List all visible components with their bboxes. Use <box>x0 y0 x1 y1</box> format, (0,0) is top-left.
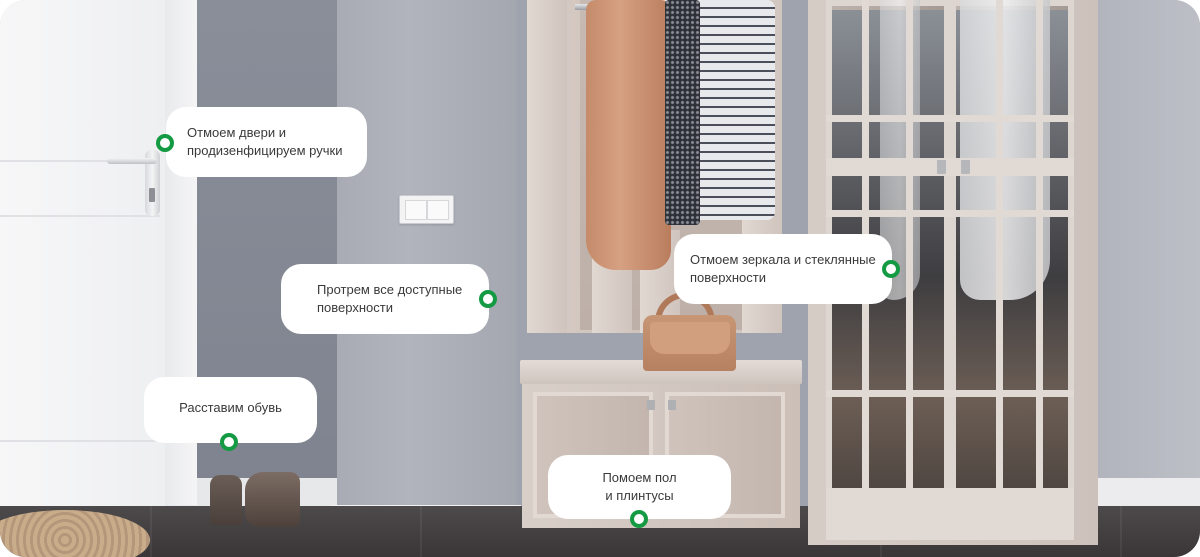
callout-surfaces-line1: Протрем все доступные <box>317 282 463 297</box>
cabinet-knob <box>668 400 676 410</box>
callout-floor-line1: Помоем пол <box>602 470 677 485</box>
callout-doors-text: Отмоем двери и продизенфицируем ручки <box>187 124 342 160</box>
callout-mirrors: Отмоем зеркала и стеклянные поверхности <box>674 234 892 304</box>
callout-surfaces: Протрем все доступные поверхности <box>281 264 489 334</box>
right-wall <box>1095 0 1200 480</box>
callout-doors-line2: продизенфицируем ручки <box>187 143 343 158</box>
callout-surfaces-marker[interactable] <box>479 290 497 308</box>
callout-mirrors-marker[interactable] <box>882 260 900 278</box>
door-handle <box>107 158 157 164</box>
floor-board-seam <box>420 506 422 557</box>
callout-floor-line2: и плинтусы <box>605 488 674 503</box>
door-panel-line <box>0 215 160 217</box>
callout-mirrors-text: Отмоем зеркала и стеклянные поверхности <box>690 251 876 287</box>
door-lock <box>149 188 155 202</box>
scarf <box>665 0 700 225</box>
shoe <box>245 472 300 527</box>
callout-floor-text: Помоем пол и плинтусы <box>602 469 676 505</box>
callout-shoes-marker[interactable] <box>220 433 238 451</box>
callout-shoes-line1: Расставим обувь <box>179 400 282 415</box>
hallway-cleaning-illustration: Отмоем двери и продизенфицируем ручки Пр… <box>0 0 1200 557</box>
wardrobe-mullion <box>1036 0 1043 540</box>
shoe <box>210 475 242 525</box>
coat-rack-slat <box>527 0 567 333</box>
entrance-door <box>0 0 168 510</box>
callout-surfaces-line2: поверхности <box>317 300 393 315</box>
callout-surfaces-text: Протрем все доступные поверхности <box>317 281 462 317</box>
callout-doors: Отмоем двери и продизенфицируем ручки <box>166 107 367 177</box>
handbag-flap <box>650 322 730 354</box>
baseboard <box>1095 478 1200 508</box>
light-switch <box>399 195 454 224</box>
callout-doors-marker[interactable] <box>156 134 174 152</box>
callout-mirrors-line1: Отмоем зеркала и стеклянные <box>690 252 876 267</box>
floor-board-seam <box>150 506 152 557</box>
switch-key <box>405 200 427 220</box>
wardrobe-mullion <box>906 0 913 540</box>
wall-pillar <box>337 0 517 510</box>
callout-shoes-text: Расставим обувь <box>179 399 282 417</box>
callout-floor-marker[interactable] <box>630 510 648 528</box>
callout-mirrors-line2: поверхности <box>690 270 766 285</box>
door-panel-line <box>0 440 160 442</box>
wardrobe-knob <box>937 160 946 174</box>
wardrobe-mullion <box>996 0 1003 540</box>
callout-doors-line1: Отмоем двери и <box>187 125 286 140</box>
coat <box>586 0 671 270</box>
cabinet-knob <box>647 400 655 410</box>
switch-key <box>427 200 449 220</box>
wardrobe-knob <box>961 160 970 174</box>
floor-board-seam <box>1120 506 1122 557</box>
